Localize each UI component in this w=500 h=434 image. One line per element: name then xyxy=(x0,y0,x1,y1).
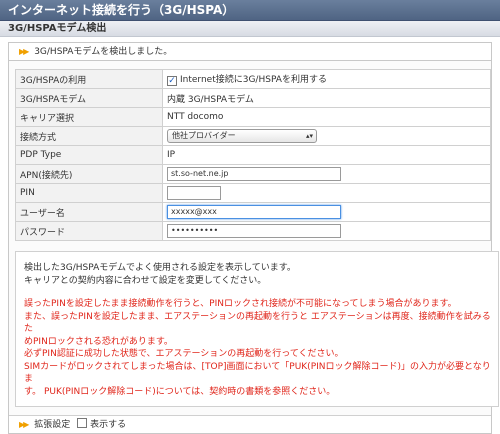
advanced-show-checkbox[interactable] xyxy=(77,418,88,428)
advanced-settings-bar: ▶▶ 拡張設定 表示する xyxy=(9,415,491,433)
row-pdp: PDP Type IP xyxy=(15,145,491,165)
page-title: インターネット接続を行う（3G/HSPA） xyxy=(0,0,500,21)
warning-line: 必ずPIN認証に成功した状態で、エアステーションの再起動を行ってください。 xyxy=(24,349,344,359)
settings-panel: ▶▶ 3G/HSPAモデムを検出しました。 3G/HSPAの利用 ✓ Intern… xyxy=(8,42,499,434)
label-modem: 3G/HSPAモデム xyxy=(15,88,163,108)
up-down-chevron-icon: ▴▾ xyxy=(305,132,313,140)
info-box: 検出した3G/HSPAモデムでよく使用される設定を表示しています。 キャリアとの… xyxy=(15,251,499,407)
info-intro-line: キャリアとの契約内容に合わせて設定を変更してください。 xyxy=(24,275,267,286)
status-bar: ▶▶ 3G/HSPAモデムを検出しました。 xyxy=(9,43,491,61)
value-password: •••••••••• xyxy=(162,221,491,241)
label-user: ユーザー名 xyxy=(15,202,163,222)
main-content: ▶▶ 3G/HSPAモデムを検出しました。 3G/HSPAの利用 ✓ Intern… xyxy=(0,37,500,434)
info-intro-line: 検出した3G/HSPAモデムでよく使用される設定を表示しています。 xyxy=(24,263,296,273)
row-use-3g: 3G/HSPAの利用 ✓ Internet接続に3G/HSPAを利用する xyxy=(15,69,491,89)
label-pin: PIN xyxy=(15,183,163,203)
label-method: 接続方式 xyxy=(15,126,163,146)
warning-line: 誤ったPINを設定したまま接続動作を行うと、PINロックされ接続が不可能になって… xyxy=(24,299,457,309)
row-apn: APN(接続先) st.so-net.ne.jp xyxy=(15,164,491,184)
row-password: パスワード •••••••••• xyxy=(15,221,491,241)
value-modem: 内蔵 3G/HSPAモデム xyxy=(162,88,491,108)
password-input[interactable]: •••••••••• xyxy=(167,224,341,238)
username-input[interactable]: xxxxx@xxx xyxy=(167,205,341,219)
connection-method-select[interactable]: 他社プロバイダー ▴▾ xyxy=(167,129,317,143)
warning-line: す。 PUK(PINロック解除コード)については、契約時の書類を参照ください。 xyxy=(24,386,336,397)
label-carrier: キャリア選択 xyxy=(15,107,163,127)
row-pin: PIN xyxy=(15,183,491,203)
status-message: 3G/HSPAモデムを検出しました。 xyxy=(34,47,173,57)
row-carrier: キャリア選択 NTT docomo xyxy=(15,107,491,127)
warning-line: また、誤ったPINを設定したまま、エアステーションの再起動を行うと エアステーシ… xyxy=(24,311,491,335)
warning-line: SIMカードがロックされてしまった場合は、[TOP]画面において「PUK(PIN… xyxy=(24,361,491,385)
section-header: 3G/HSPAモデム検出 xyxy=(0,21,500,37)
settings-table: 3G/HSPAの利用 ✓ Internet接続に3G/HSPAを利用する 3G/H… xyxy=(15,69,491,241)
label-pdp: PDP Type xyxy=(15,145,163,165)
value-use-3g: ✓ Internet接続に3G/HSPAを利用する xyxy=(162,69,491,89)
advanced-show-label[interactable]: 表示する xyxy=(90,420,126,430)
warning-line: めPINロックされる恐れがあります。 xyxy=(24,336,173,347)
use-3g-checkbox[interactable]: ✓ xyxy=(167,76,177,86)
label-password: パスワード xyxy=(15,221,163,241)
value-method: 他社プロバイダー ▴▾ xyxy=(162,126,491,146)
label-use-3g: 3G/HSPAの利用 xyxy=(15,69,163,89)
use-3g-checkbox-label[interactable]: Internet接続に3G/HSPAを利用する xyxy=(180,75,327,85)
value-pdp: IP xyxy=(162,145,491,165)
value-apn: st.so-net.ne.jp xyxy=(162,164,491,184)
row-method: 接続方式 他社プロバイダー ▴▾ xyxy=(15,126,491,146)
double-chevron-right-icon: ▶▶ xyxy=(19,47,29,56)
value-user: xxxxx@xxx xyxy=(162,202,491,222)
connection-method-selected: 他社プロバイダー xyxy=(172,131,236,140)
apn-input[interactable]: st.so-net.ne.jp xyxy=(167,167,341,181)
value-carrier: NTT docomo xyxy=(162,107,491,127)
value-pin xyxy=(162,183,491,203)
pin-input[interactable] xyxy=(167,186,221,200)
double-chevron-right-icon: ▶▶ xyxy=(19,420,29,429)
advanced-settings-label: 拡張設定 xyxy=(34,420,71,430)
row-modem: 3G/HSPAモデム 内蔵 3G/HSPAモデム xyxy=(15,88,491,108)
label-apn: APN(接続先) xyxy=(15,164,163,184)
row-user: ユーザー名 xxxxx@xxx xyxy=(15,202,491,222)
